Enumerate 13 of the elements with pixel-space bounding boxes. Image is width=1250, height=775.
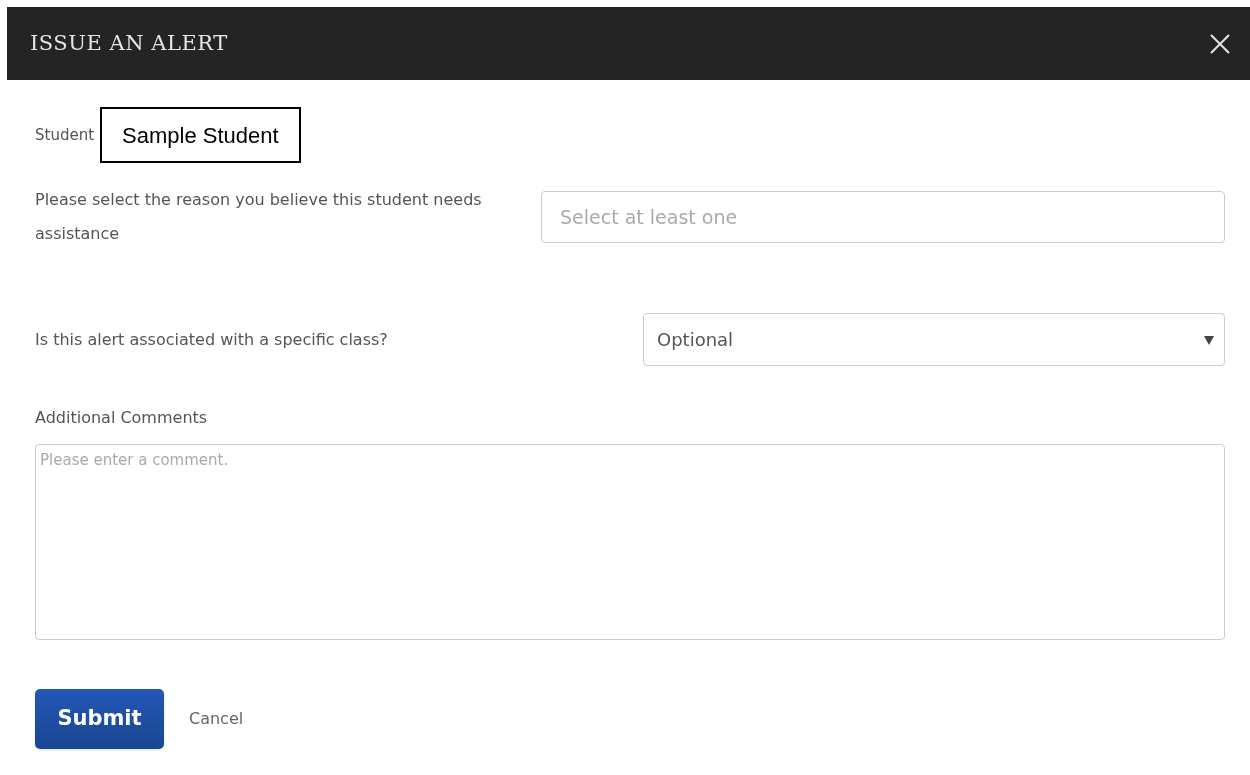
dialog-title: ISSUE AN ALERT [30, 29, 228, 57]
close-icon[interactable] [1208, 31, 1232, 56]
class-label: Is this alert associated with a specific class? [35, 328, 389, 351]
class-dropdown[interactable]: Optional [643, 313, 1225, 366]
reason-select-field[interactable]: Select at least one [541, 191, 1225, 243]
cancel-link[interactable]: Cancel [189, 707, 244, 731]
caret-icon [1204, 334, 1214, 345]
student-label: Student [35, 124, 95, 146]
comments-label: Additional Comments [35, 407, 209, 429]
comment-field[interactable]: Please enter a comment. [35, 444, 1225, 640]
student-name-box: Sample Student [100, 107, 301, 163]
submit-button[interactable]: Submit [35, 689, 164, 749]
reason-label: Please select the reason you believe this student needs assistance [35, 189, 483, 245]
